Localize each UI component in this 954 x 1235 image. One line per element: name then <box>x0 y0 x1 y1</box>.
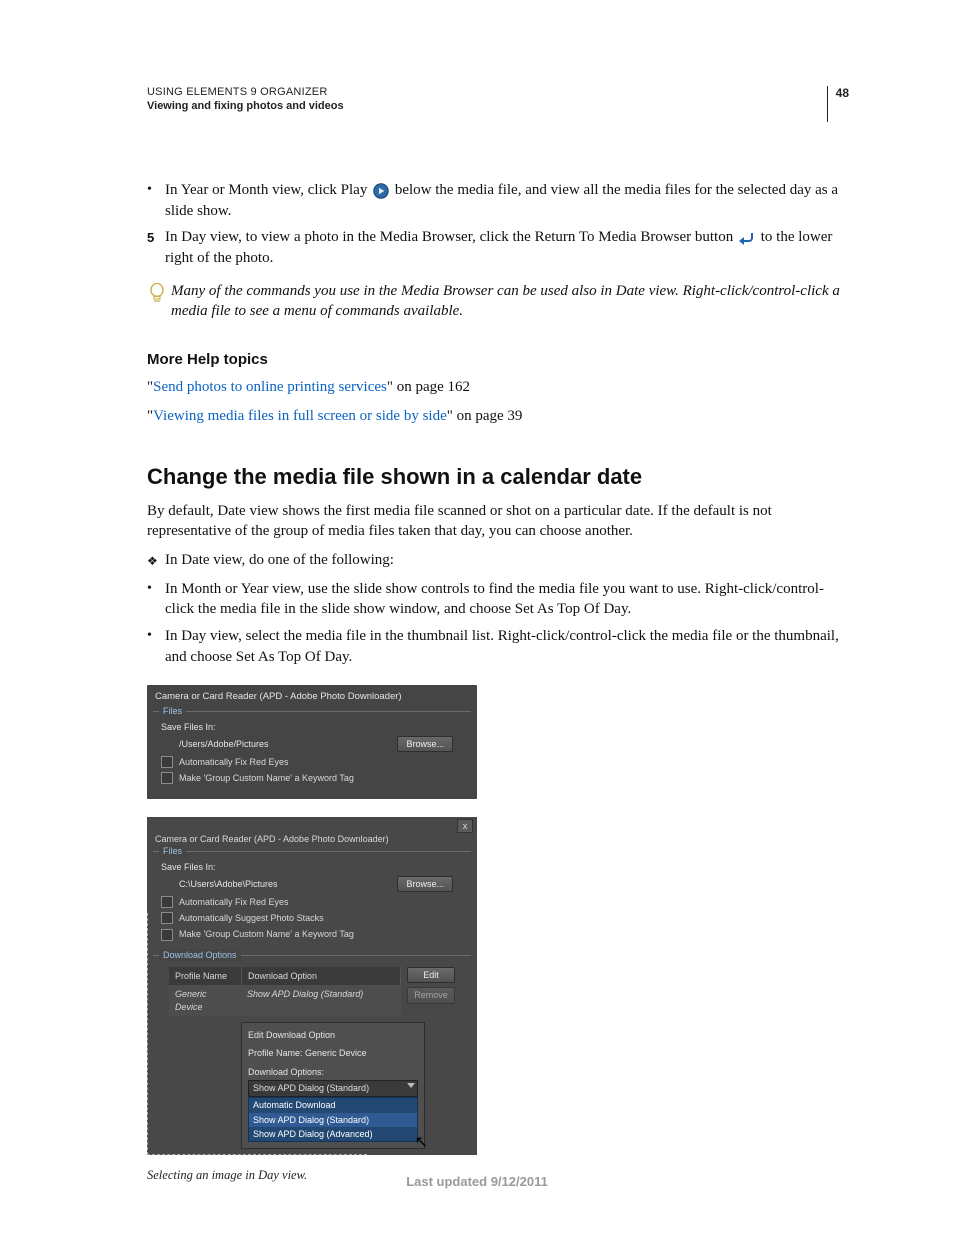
page-number: 48 <box>828 86 849 122</box>
download-options-select[interactable]: Show APD Dialog (Standard) <box>248 1080 418 1097</box>
dropdown-option[interactable]: Show APD Dialog (Advanced) <box>249 1127 417 1141</box>
cursor-icon: ↖ <box>415 1132 428 1154</box>
checkbox[interactable] <box>161 756 173 768</box>
lead-bullet: ❖ In Date view, do one of the following: <box>147 550 849 571</box>
panel-download-label: Download Options: <box>248 1066 418 1078</box>
options-table: Profile Name Download Option Generic Dev… <box>169 967 401 1016</box>
bullet-item: • In Month or Year view, use the slide s… <box>147 579 849 620</box>
dialog-title: Camera or Card Reader (APD - Adobe Photo… <box>147 831 477 851</box>
group-legend: Files <box>159 705 186 717</box>
bullet-mark: • <box>147 180 165 221</box>
bullet-mark: • <box>147 626 165 667</box>
panel-title: Edit Download Option <box>248 1029 418 1041</box>
checkbox[interactable] <box>161 912 173 924</box>
return-icon <box>739 231 755 245</box>
help-link[interactable]: Viewing media files in full screen or si… <box>153 408 447 424</box>
close-button[interactable]: x <box>457 819 473 833</box>
help-link-line: "Viewing media files in full screen or s… <box>147 406 849 427</box>
checkbox[interactable] <box>161 896 173 908</box>
panel-profile-label: Profile Name: Generic Device <box>248 1047 418 1059</box>
page: USING ELEMENTS 9 ORGANIZER Viewing and f… <box>0 0 954 1235</box>
section-heading: Change the media file shown in a calenda… <box>147 462 849 492</box>
download-options-group: Download Options Edit Remove Profile Nam… <box>153 955 471 1156</box>
col-profile-name: Profile Name <box>169 967 242 985</box>
bullet-item: • In Day view, select the media file in … <box>147 626 849 667</box>
cell-profile: Generic Device <box>169 985 241 1016</box>
checkbox-label: Make 'Group Custom Name' a Keyword Tag <box>179 772 354 784</box>
remove-button: Remove <box>407 987 455 1003</box>
files-group: Files Save Files In: /Users/Adobe/Pictur… <box>153 711 471 794</box>
save-files-label: Save Files In: <box>161 721 463 733</box>
crop-indicator <box>147 1154 367 1155</box>
footer-last-updated: Last updated 9/12/2011 <box>0 1174 954 1189</box>
play-icon <box>373 183 389 199</box>
group-legend: Files <box>159 845 186 857</box>
text: " on page 39 <box>447 408 523 424</box>
running-header: USING ELEMENTS 9 ORGANIZER Viewing and f… <box>147 86 849 122</box>
group-legend: Download Options <box>159 949 241 961</box>
cell-option: Show APD Dialog (Standard) <box>241 985 401 1016</box>
edit-button[interactable]: Edit <box>407 967 455 983</box>
screenshot-apd-win: x Camera or Card Reader (APD - Adobe Pho… <box>147 817 477 1156</box>
tip-text: Many of the commands you use in the Medi… <box>171 281 849 322</box>
text: In Day view, select the media file in th… <box>165 626 849 667</box>
checkbox-label: Make 'Group Custom Name' a Keyword Tag <box>179 928 354 940</box>
text: In Year or Month view, click Play <box>165 182 371 198</box>
browse-button[interactable]: Browse... <box>397 736 453 752</box>
checkbox[interactable] <box>161 772 173 784</box>
more-help-heading: More Help topics <box>147 350 849 371</box>
dropdown-option[interactable]: Show APD Dialog (Standard) <box>249 1113 417 1127</box>
paragraph: By default, Date view shows the first me… <box>147 501 849 542</box>
files-group: Files Save Files In: C:\Users\Adobe\Pict… <box>153 851 471 951</box>
text: In Day view, to view a photo in the Medi… <box>165 229 737 245</box>
dialog-title: Camera or Card Reader (APD - Adobe Photo… <box>147 685 477 711</box>
dropdown-option[interactable]: Automatic Download <box>249 1098 417 1112</box>
body: • In Year or Month view, click Play belo… <box>147 180 849 1185</box>
running-title: USING ELEMENTS 9 ORGANIZER <box>147 86 819 98</box>
edit-download-option-panel: Edit Download Option Profile Name: Gener… <box>241 1022 425 1149</box>
bullet-mark: • <box>147 579 165 620</box>
lightbulb-icon <box>149 283 165 305</box>
table-row[interactable]: Generic Device Show APD Dialog (Standard… <box>169 985 401 1016</box>
checkbox[interactable] <box>161 929 173 941</box>
checkbox-label: Automatically Suggest Photo Stacks <box>179 912 324 924</box>
selected-option: Show APD Dialog (Standard) <box>253 1083 369 1093</box>
help-link[interactable]: Send photos to online printing services <box>153 379 387 395</box>
save-files-label: Save Files In: <box>161 861 463 873</box>
download-options-dropdown: Automatic Download Show APD Dialog (Stan… <box>248 1097 418 1142</box>
running-subtitle: Viewing and fixing photos and videos <box>147 100 819 112</box>
col-download-option: Download Option <box>242 967 401 985</box>
checkbox-label: Automatically Fix Red Eyes <box>179 756 289 768</box>
crop-indicator <box>147 913 148 1156</box>
tip: Many of the commands you use in the Medi… <box>147 281 849 322</box>
browse-button[interactable]: Browse... <box>397 876 453 892</box>
checkbox-label: Automatically Fix Red Eyes <box>179 896 289 908</box>
text: " on page 162 <box>387 379 470 395</box>
bullet-item: • In Year or Month view, click Play belo… <box>147 180 849 221</box>
step-number: 5 <box>147 227 165 268</box>
text: In Month or Year view, use the slide sho… <box>165 579 849 620</box>
text: In Date view, do one of the following: <box>165 550 849 571</box>
screenshot-apd-mac: Camera or Card Reader (APD - Adobe Photo… <box>147 685 477 798</box>
step-item: 5 In Day view, to view a photo in the Me… <box>147 227 849 268</box>
help-link-line: "Send photos to online printing services… <box>147 377 849 398</box>
chevron-down-icon <box>407 1083 415 1088</box>
diamond-mark: ❖ <box>147 550 165 571</box>
